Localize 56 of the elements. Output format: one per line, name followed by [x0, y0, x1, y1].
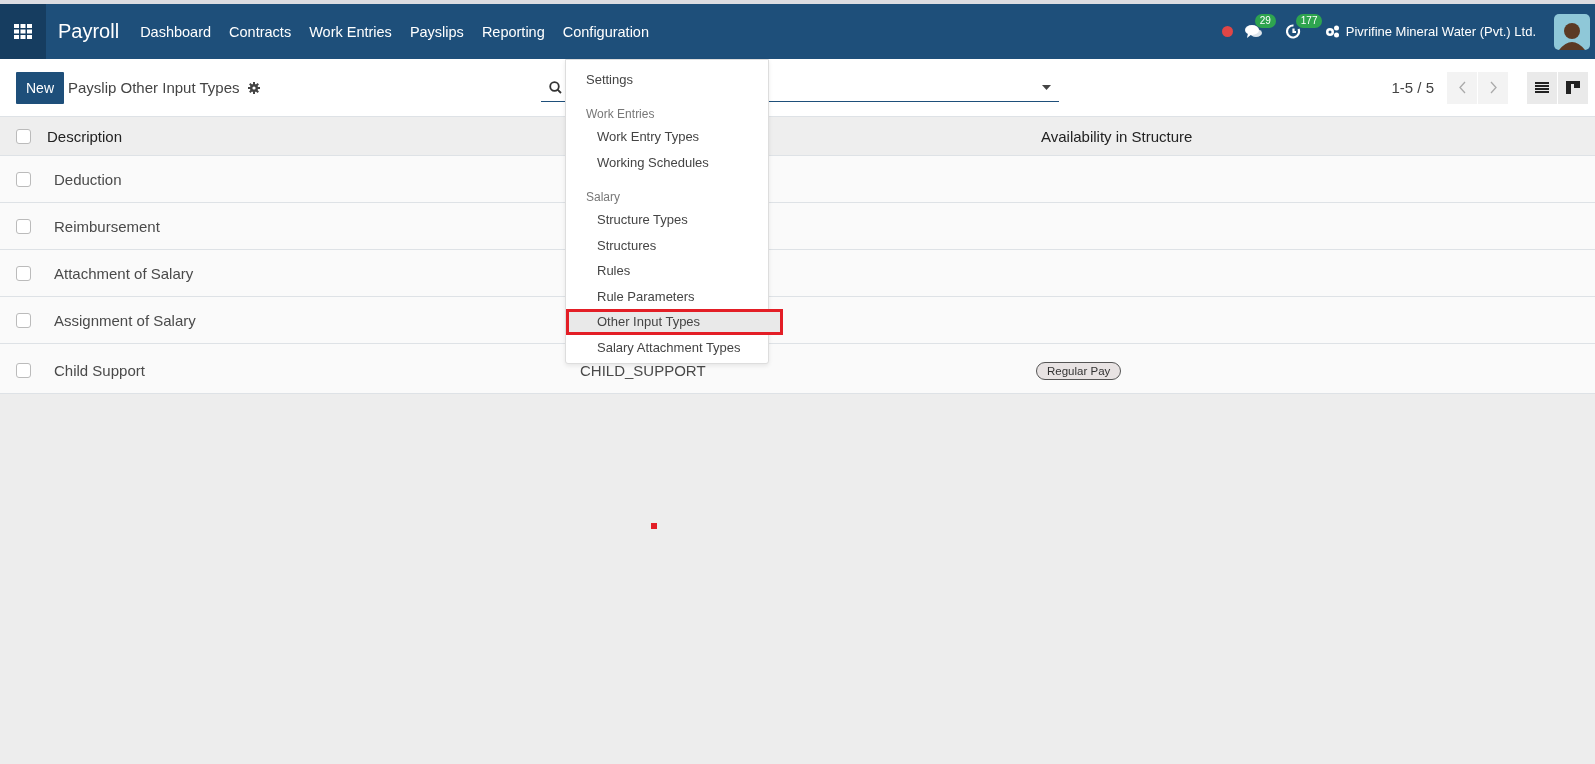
menu-item[interactable]: Reporting [481, 23, 545, 40]
dropdown-item[interactable]: Settings [566, 66, 768, 92]
gears-icon[interactable] [1324, 25, 1340, 38]
dropdown-item[interactable]: Other Input Types [566, 309, 783, 335]
table-cell-text: Attachment of Salary [53, 264, 194, 282]
dropdown-item[interactable]: Work Entry Types [566, 124, 768, 150]
chevron-left-icon [1458, 81, 1466, 94]
table-cell: CHILD_SUPPORT [580, 362, 706, 379]
table-cell-text: Assignment of Salary [53, 311, 196, 329]
page-title: Payslip Other Input Types [68, 79, 240, 96]
select-all-checkbox[interactable] [16, 128, 31, 144]
dropdown-item[interactable]: Structure Types [566, 207, 768, 233]
table-cell-text: Reimbursement [53, 217, 160, 235]
table-cell-text: Child Support [53, 362, 145, 379]
column-header[interactable]: Availability in Structure [1040, 127, 1193, 145]
structure-tag: Regular Pay [1036, 362, 1122, 380]
status-dot [1221, 26, 1233, 37]
row-checkbox[interactable] [16, 312, 31, 328]
user-avatar[interactable] [1554, 13, 1590, 50]
message-count-badge: 29 [1254, 14, 1276, 28]
chevron-right-icon [1489, 81, 1497, 94]
new-button[interactable]: New [16, 71, 64, 104]
row-checkbox[interactable] [16, 265, 31, 281]
settings-icon[interactable] [247, 81, 260, 94]
apps-menu-button[interactable] [0, 4, 46, 59]
kanban-icon [1566, 81, 1580, 94]
column-header[interactable]: Description [46, 127, 123, 145]
dropdown-item[interactable]: Rules [566, 258, 768, 284]
caret-icon[interactable] [1042, 84, 1051, 90]
kanban-view-button[interactable] [1558, 71, 1588, 104]
list-view-button[interactable] [1527, 71, 1557, 104]
menu-item[interactable]: Dashboard [140, 23, 212, 40]
chat-icon[interactable] [1244, 24, 1262, 39]
menu-section-header: Salary [585, 189, 621, 206]
activity-count-badge: 177 [1295, 14, 1323, 28]
menu-item[interactable]: Configuration [562, 23, 649, 40]
list-icon [1535, 82, 1549, 93]
menu-section-header: Work Entries [585, 106, 656, 123]
menu-item[interactable]: Contracts [229, 23, 292, 40]
dropdown-item[interactable]: Salary Attachment Types [566, 334, 768, 360]
pager-value[interactable]: 1-5 / 5 [1391, 79, 1434, 96]
menu-item[interactable]: Work Entries [309, 23, 392, 40]
dropdown-item[interactable]: Rule Parameters [566, 283, 768, 309]
grid-icon [14, 24, 32, 39]
cursor-mark [651, 523, 657, 529]
table-cell-text: Deduction [53, 170, 122, 188]
menu-item[interactable]: Payslips [409, 23, 464, 40]
search-icon [549, 80, 562, 94]
app-name[interactable]: Payroll [58, 20, 120, 43]
dropdown-item[interactable]: Structures [566, 232, 768, 258]
row-checkbox[interactable] [16, 218, 31, 234]
dropdown-item[interactable]: Working Schedules [566, 149, 768, 175]
clock-icon[interactable] [1285, 24, 1301, 39]
row-checkbox[interactable] [16, 363, 31, 378]
company-name[interactable]: Pivrifine Mineral Water (Pvt.) Ltd. [1345, 24, 1536, 39]
row-checkbox[interactable] [16, 171, 31, 187]
